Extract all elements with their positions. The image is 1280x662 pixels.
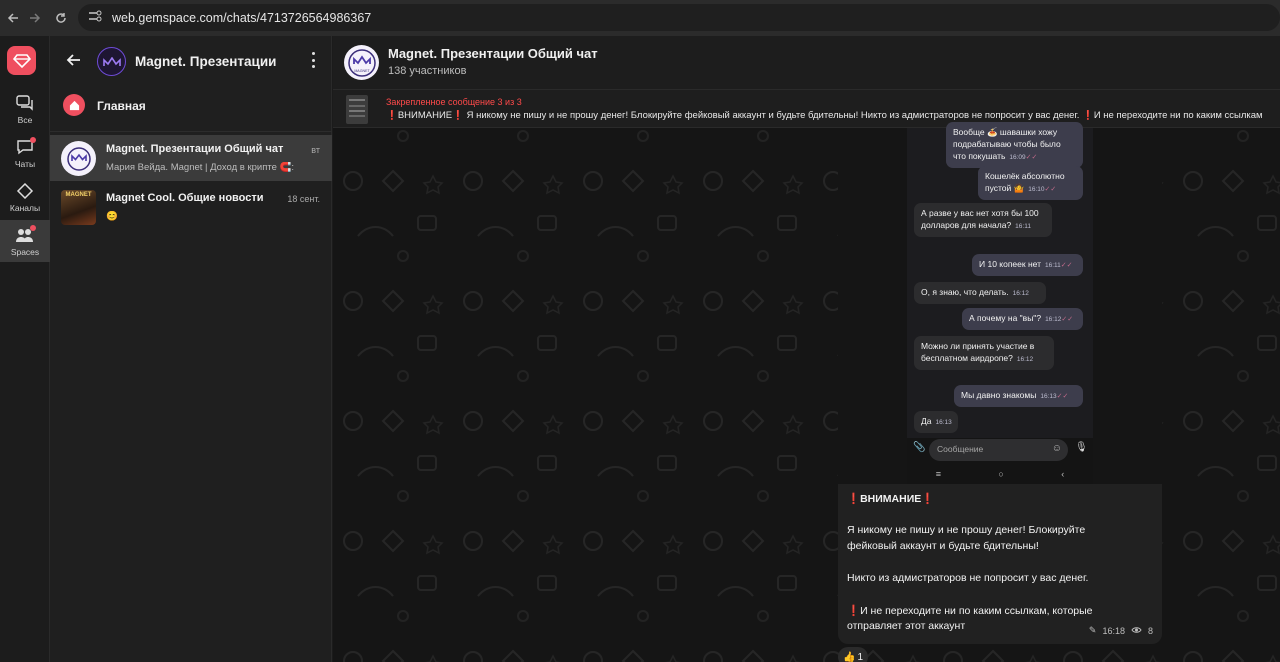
divider bbox=[50, 131, 332, 132]
chat-preview: 😊 bbox=[106, 211, 118, 222]
pinned-label: Закрепленное сообщение 3 из 3 bbox=[386, 97, 522, 107]
rail-label: Каналы bbox=[9, 203, 41, 213]
view-count: 8 bbox=[1147, 625, 1153, 636]
message-title: ❗ВНИМАНИЕ❗ bbox=[847, 493, 935, 505]
chats-icon bbox=[14, 93, 36, 113]
chat-list-item[interactable]: Magnet. Презентации Общий чат вт Мария В… bbox=[50, 135, 332, 181]
forward-arrow-icon[interactable] bbox=[22, 5, 48, 31]
rail-item-chats[interactable]: Чаты bbox=[0, 132, 50, 174]
phone-screenshot: Вообще 🍝 шавашки хожу подрабатываю чтобы… bbox=[907, 122, 1093, 484]
message-text: ❗ВНИМАНИЕ❗ Я никому не пишу и не прошу д… bbox=[838, 484, 1162, 644]
chat-preview: Мария Вейда. Magnet | Доход в крипте 🧲: bbox=[106, 162, 294, 173]
chat-time: 18 сент. bbox=[287, 194, 320, 204]
thumbs-up-icon: 👍 bbox=[842, 651, 856, 662]
chat-list-item[interactable]: MAGNET Magnet Cool. Общие новости 18 сен… bbox=[50, 184, 332, 230]
home-icon bbox=[63, 94, 85, 116]
message-time: 16:18 bbox=[1102, 625, 1125, 636]
chat-avatar[interactable]: MAGNET bbox=[344, 45, 379, 80]
screenshot-message: А разве у вас нет хотя бы 100 долларов д… bbox=[914, 203, 1052, 237]
message-line: Никто из адмистраторов не попросит у вас… bbox=[847, 572, 1089, 584]
pinned-text: ❗ВНИМАНИЕ❗ Я никому не пишу и не прошу д… bbox=[386, 110, 1263, 121]
screenshot-message: И 10 копеек нет 16:11✓✓ bbox=[972, 254, 1083, 276]
chat-avatar bbox=[61, 141, 96, 176]
message-meta: ✎ 16:18 8 bbox=[1089, 625, 1153, 636]
space-sidebar: Magnet. Презентации Главная Magnet. През… bbox=[50, 36, 332, 662]
chat-time: вт bbox=[311, 145, 320, 155]
exclamation-icon: ❗ bbox=[921, 493, 935, 505]
browser-toolbar: web.gemspace.com/chats/4713726564986367 bbox=[0, 0, 1280, 36]
chat-panel: MAGNET Magnet. Презентации Общий чат 138… bbox=[333, 36, 1280, 662]
message-line: отправляет этот аккаунт bbox=[847, 620, 966, 632]
message-image[interactable]: Вообще 🍝 шавашки хожу подрабатываю чтобы… bbox=[838, 122, 1162, 484]
menu-icon: ≡ bbox=[935, 469, 941, 479]
message-line: ❗И не переходите ни по каким ссылкам, ко… bbox=[847, 605, 1093, 617]
pinned-thumbnail bbox=[346, 95, 368, 124]
message-line: фейковый аккаунт и будьте бдительны! bbox=[847, 540, 1039, 552]
sidebar-header: Magnet. Презентации bbox=[50, 36, 331, 88]
screenshot-message: Мы давно знакомы 16:13✓✓ bbox=[954, 385, 1083, 407]
home-circle-icon: ○ bbox=[998, 469, 1004, 479]
url-text: web.gemspace.com/chats/4713726564986367 bbox=[112, 10, 372, 25]
screenshot-chat: Вообще 🍝 шавашки хожу подрабатываю чтобы… bbox=[907, 122, 1093, 438]
chat-header[interactable]: MAGNET Magnet. Презентации Общий чат 138… bbox=[333, 36, 1280, 89]
site-info-icon[interactable] bbox=[88, 9, 102, 27]
rail-label: Все bbox=[17, 115, 33, 125]
views-eye-icon bbox=[1131, 626, 1142, 636]
screenshot-message: Вообще 🍝 шавашки хожу подрабатываю чтобы… bbox=[946, 122, 1083, 168]
avatar-logo-text: MAGNET bbox=[65, 192, 92, 198]
unread-badge bbox=[30, 225, 36, 231]
people-icon bbox=[14, 225, 36, 245]
back-arrow-icon[interactable] bbox=[64, 50, 84, 70]
pinned-message-bar[interactable]: Закрепленное сообщение 3 из 3 ❗ВНИМАНИЕ❗… bbox=[333, 89, 1280, 128]
screenshot-message: О, я знаю, что делать. 16:12 bbox=[914, 282, 1046, 304]
chat-avatar: MAGNET bbox=[61, 190, 96, 225]
unread-badge bbox=[30, 137, 36, 143]
home-label: Главная bbox=[97, 99, 146, 113]
channel-icon bbox=[14, 181, 36, 201]
reaction-chip[interactable]: 👍 1 bbox=[838, 647, 868, 662]
mic-icon: 🎙 bbox=[1075, 442, 1088, 453]
chat-icon bbox=[14, 137, 36, 157]
rail-item-all[interactable]: Все bbox=[0, 88, 50, 130]
chat-title: Magnet. Презентации Общий чат bbox=[388, 46, 598, 61]
android-navbar: ≡ ○ ‹ bbox=[907, 464, 1093, 484]
message-line: Я никому не пишу и не прошу денег! Блоки… bbox=[847, 524, 1086, 536]
reload-icon[interactable] bbox=[48, 5, 74, 31]
rail-item-channels[interactable]: Каналы bbox=[0, 176, 50, 218]
back-icon: ‹ bbox=[1061, 469, 1065, 479]
edited-pencil-icon: ✎ bbox=[1088, 625, 1097, 635]
exclamation-icon: ❗ bbox=[847, 493, 861, 505]
screenshot-message: Можно ли принять участие в бесплатном аи… bbox=[914, 336, 1054, 370]
screenshot-message: А почему на "вы"? 16:12✓✓ bbox=[962, 308, 1083, 330]
member-count: 138 участников bbox=[388, 65, 467, 77]
address-bar[interactable]: web.gemspace.com/chats/4713726564986367 bbox=[78, 4, 1280, 31]
screenshot-message: Кошелёк абсолютно пустой 🤷 16:10✓✓ bbox=[978, 166, 1083, 200]
more-menu-icon[interactable] bbox=[307, 50, 319, 70]
rail-item-spaces[interactable]: Spaces bbox=[0, 220, 50, 262]
reaction-count: 1 bbox=[857, 651, 863, 662]
space-title: Magnet. Презентации bbox=[135, 54, 277, 69]
nav-rail: Все Чаты Каналы Spaces bbox=[0, 36, 50, 662]
gemspace-logo-icon[interactable] bbox=[7, 46, 36, 75]
emoji-icon: ☺ bbox=[1051, 443, 1062, 454]
avatar-caption: MAGNET bbox=[354, 69, 370, 73]
rail-label: Чаты bbox=[14, 159, 36, 169]
chat-title: Magnet. Презентации Общий чат bbox=[106, 143, 284, 155]
home-link[interactable]: Главная bbox=[50, 92, 332, 124]
exclamation-icon: ❗ bbox=[847, 605, 861, 617]
chat-title: Magnet Cool. Общие новости bbox=[106, 192, 264, 204]
rail-label: Spaces bbox=[10, 247, 40, 257]
message-bubble[interactable]: Вообще 🍝 шавашки хожу подрабатываю чтобы… bbox=[838, 122, 1162, 644]
space-avatar bbox=[97, 47, 126, 76]
screenshot-message: Да 16:13 bbox=[914, 411, 958, 433]
screenshot-input: Сообщение ☺ bbox=[929, 439, 1068, 461]
attach-icon: 📎 bbox=[913, 442, 926, 453]
